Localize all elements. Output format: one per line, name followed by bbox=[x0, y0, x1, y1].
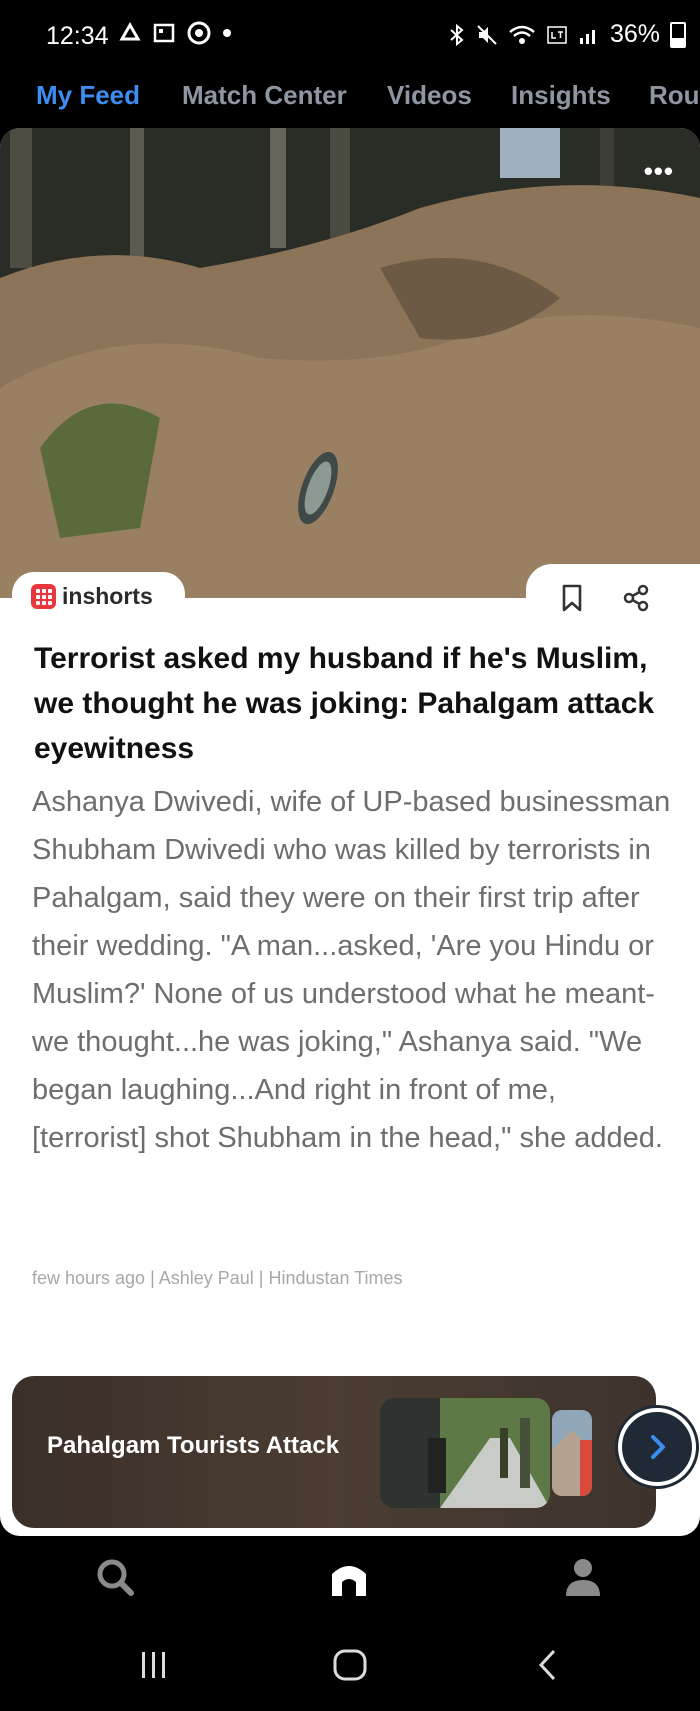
battery-fill bbox=[672, 37, 684, 46]
volte-icon bbox=[547, 25, 567, 44]
tab-more-partial[interactable]: Rou bbox=[649, 80, 700, 111]
status-notification-icons bbox=[118, 20, 232, 46]
publisher-badge: inshorts bbox=[12, 572, 185, 620]
recent-apps-icon[interactable] bbox=[138, 1650, 170, 1680]
back-icon[interactable] bbox=[536, 1648, 560, 1682]
article-meta[interactable]: few hours ago | Ashley Paul | Hindustan … bbox=[32, 1268, 403, 1289]
topic-next-button[interactable] bbox=[618, 1408, 696, 1486]
status-system-icons: 36% bbox=[448, 20, 686, 49]
battery-percent: 36% bbox=[609, 20, 660, 48]
share-icon[interactable] bbox=[622, 584, 650, 612]
mute-icon bbox=[477, 24, 497, 45]
article-headline: Terrorist asked my husband if he's Musli… bbox=[34, 642, 655, 765]
topic-thumbnail-secondary bbox=[552, 1410, 592, 1496]
dot-notification-icon bbox=[223, 29, 231, 37]
tab-my-feed[interactable]: My Feed bbox=[36, 80, 140, 111]
bookmark-icon[interactable] bbox=[560, 584, 584, 612]
news-card[interactable]: ••• inshorts Terrorist asked my husband … bbox=[0, 128, 700, 1536]
system-navigation-bar bbox=[0, 1616, 700, 1711]
inshorts-logo-icon bbox=[31, 583, 56, 609]
tab-videos[interactable]: Videos bbox=[387, 80, 472, 111]
topic-title: Pahalgam Tourists Attack bbox=[47, 1432, 340, 1459]
category-tabs: My Feed Match Center Videos Insights Rou bbox=[0, 70, 700, 128]
topic-card[interactable]: Pahalgam Tourists Attack bbox=[12, 1376, 656, 1528]
bluetooth-icon bbox=[450, 23, 464, 46]
app-notification-icon bbox=[119, 21, 141, 41]
chevron-right-icon bbox=[651, 1435, 665, 1459]
wifi-icon bbox=[509, 25, 535, 44]
tab-match-center[interactable]: Match Center bbox=[182, 80, 347, 111]
topic-thumbnail bbox=[380, 1398, 550, 1508]
home-button-icon[interactable] bbox=[332, 1648, 368, 1682]
publisher-name: inshorts bbox=[62, 582, 153, 609]
status-bar: 12:34 36% bbox=[0, 0, 700, 70]
article-body: Ashanya Dwivedi, wife of UP-based busine… bbox=[32, 786, 671, 1154]
article-actions bbox=[526, 564, 700, 624]
bottom-navigation bbox=[0, 1536, 700, 1616]
battery-icon bbox=[670, 21, 686, 48]
search-icon[interactable] bbox=[92, 1554, 138, 1600]
record-notification-icon bbox=[187, 21, 211, 45]
home-icon[interactable] bbox=[326, 1554, 372, 1600]
tab-insights[interactable]: Insights bbox=[511, 80, 611, 111]
more-options-icon[interactable]: ••• bbox=[644, 156, 674, 187]
profile-icon[interactable] bbox=[560, 1554, 606, 1600]
news-notification-icon bbox=[153, 23, 175, 43]
article-photo bbox=[0, 128, 700, 598]
status-time: 12:34 bbox=[46, 22, 109, 50]
signal-icon bbox=[579, 29, 595, 44]
